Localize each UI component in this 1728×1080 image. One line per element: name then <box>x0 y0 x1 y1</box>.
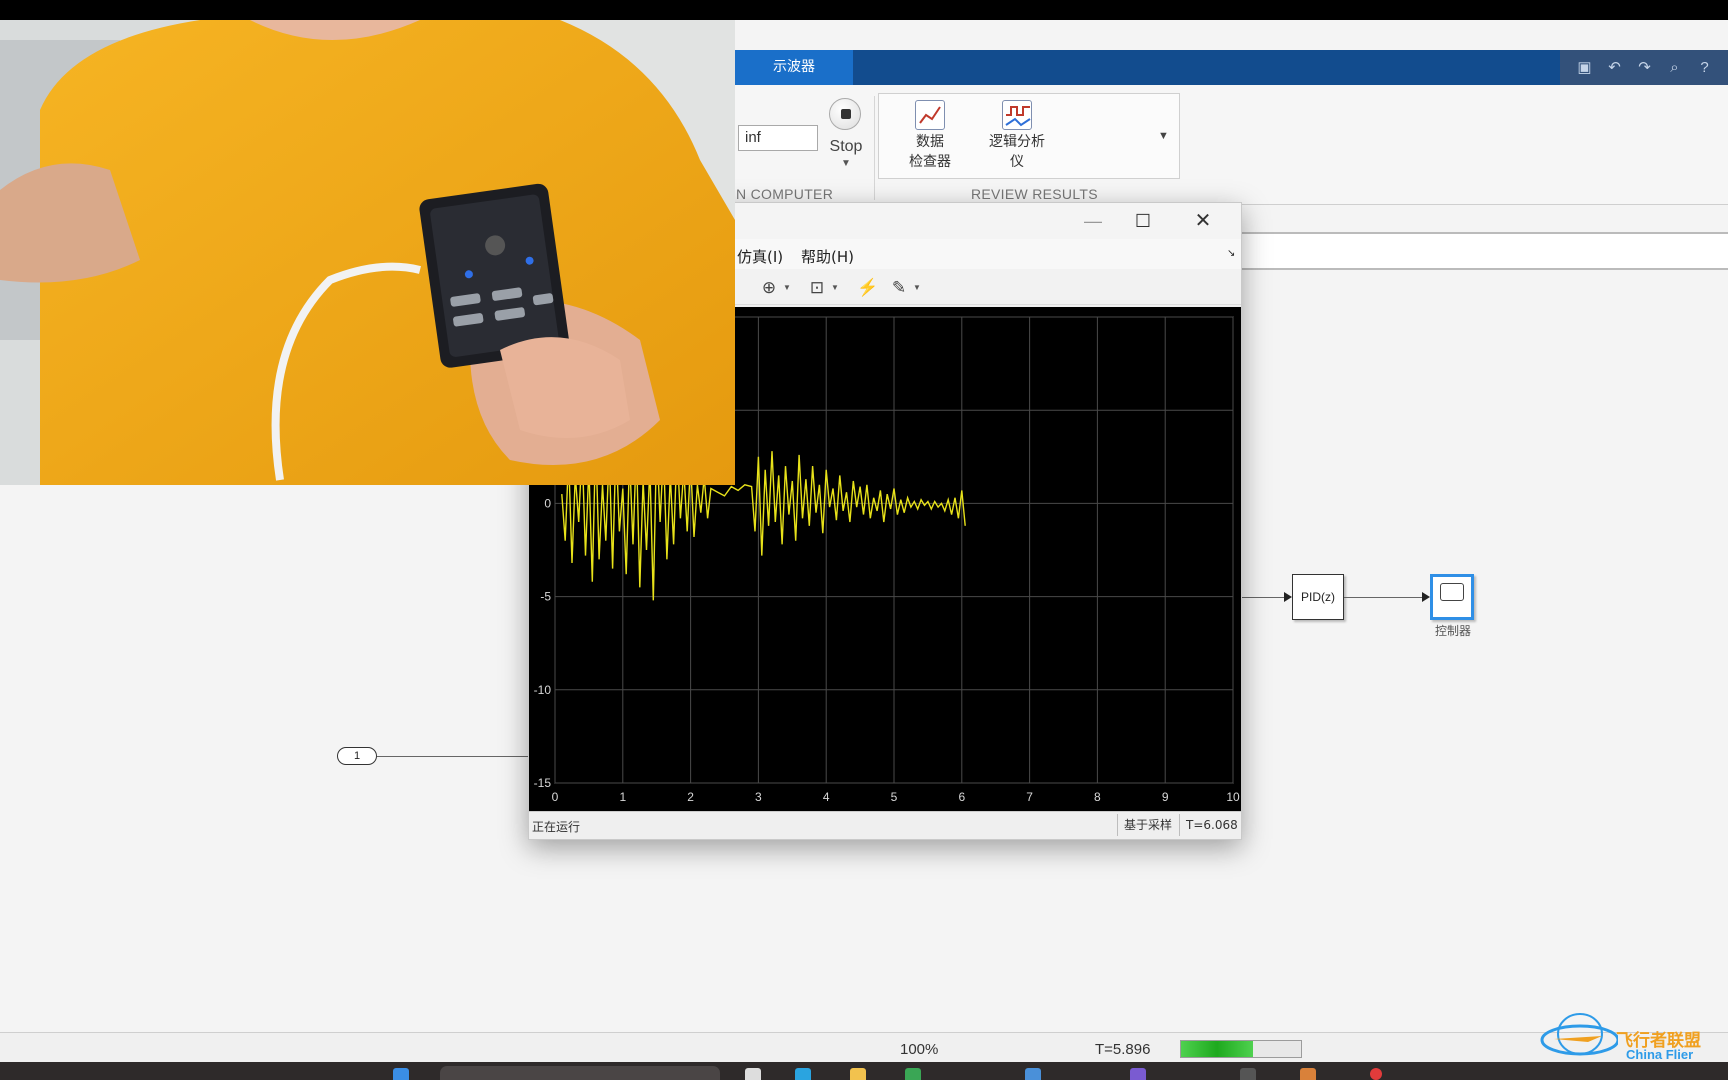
start-icon[interactable] <box>393 1068 409 1080</box>
signal-line <box>377 756 529 757</box>
style-icon[interactable]: ✎ <box>889 278 909 298</box>
stop-label: Stop <box>829 138 863 155</box>
help-icon[interactable]: ? <box>1696 59 1713 76</box>
redo-icon[interactable]: ↷ <box>1636 59 1653 76</box>
record-icon[interactable] <box>1370 1068 1382 1080</box>
stop-icon <box>829 98 861 130</box>
data-inspector-button[interactable]: 数据 检查器 <box>885 100 975 172</box>
scope-statusbar: 正在运行 基于采样 T=6.068 <box>529 811 1241 839</box>
folder-icon[interactable] <box>850 1068 866 1080</box>
webcam-video-frame <box>0 20 735 485</box>
app-icon[interactable] <box>1025 1068 1041 1080</box>
app-icon[interactable] <box>1130 1068 1146 1080</box>
app-icon[interactable] <box>745 1068 761 1080</box>
tab-scope[interactable]: 示波器 <box>735 50 853 85</box>
logic-analyzer-button[interactable]: 逻辑分析 仪 <box>972 100 1062 172</box>
logic-analyzer-icon <box>1002 100 1032 130</box>
simulation-time: T=5.896 <box>1095 1041 1151 1058</box>
chevron-down-icon[interactable]: ▼ <box>841 158 851 169</box>
search-icon[interactable]: ⌕ <box>1666 59 1683 76</box>
x-tick-label: 10 <box>1226 790 1240 804</box>
model-address-bar[interactable] <box>1240 232 1728 270</box>
zoom-in-icon[interactable]: ⊕ <box>759 278 779 298</box>
chevron-down-icon[interactable]: ▼ <box>913 283 921 292</box>
signal-line <box>1242 597 1284 598</box>
section-run-title: N COMPUTER <box>736 186 834 202</box>
menu-simulation[interactable]: 仿真(I) <box>737 246 783 267</box>
stop-time-input[interactable]: inf <box>738 125 818 151</box>
plane-logo-icon <box>1540 1013 1620 1056</box>
scope-block-label: 控制器 <box>1434 624 1471 638</box>
progress-fill <box>1181 1041 1253 1057</box>
x-tick-label: 1 <box>619 790 626 804</box>
y-tick-label: -5 <box>540 590 551 604</box>
y-tick-label: -10 <box>534 683 552 697</box>
pin-icon[interactable]: ↘ <box>1227 248 1235 259</box>
scope-block[interactable] <box>1430 574 1474 620</box>
section-divider <box>874 96 875 200</box>
fit-axes-icon[interactable]: ⊡ <box>807 278 827 298</box>
data-inspector-icon <box>915 100 945 130</box>
inport-block[interactable]: 1 <box>337 747 377 765</box>
logic-analyzer-label-1: 逻辑分析 <box>989 134 1045 150</box>
chevron-down-icon[interactable]: ▼ <box>831 283 839 292</box>
simulink-statusbar: 100% T=5.896 <box>0 1032 1728 1062</box>
stop-button[interactable]: Stop ▼ <box>826 96 866 176</box>
x-tick-label: 5 <box>891 790 898 804</box>
app-icon[interactable] <box>905 1068 921 1080</box>
undo-icon[interactable]: ↶ <box>1606 59 1623 76</box>
windows-taskbar <box>0 1062 1728 1080</box>
zoom-level: 100% <box>900 1041 939 1058</box>
simulation-progress-bar <box>1180 1040 1302 1058</box>
x-tick-label: 7 <box>1026 790 1033 804</box>
watermark-logo: 飞行者联盟 China Flier <box>1528 1006 1724 1062</box>
status-scope-time: T=6.068 <box>1179 814 1241 836</box>
save-icon[interactable]: ▣ <box>1576 59 1593 76</box>
app-icon[interactable] <box>795 1068 811 1080</box>
x-tick-label: 3 <box>755 790 762 804</box>
menu-help[interactable]: 帮助(H) <box>801 246 854 267</box>
section-review-title: REVIEW RESULTS <box>971 186 1098 202</box>
logic-analyzer-label-2: 仪 <box>1010 154 1024 170</box>
taskbar-search-box[interactable] <box>440 1066 720 1080</box>
x-tick-label: 9 <box>1162 790 1169 804</box>
app-icon[interactable] <box>1300 1068 1316 1080</box>
y-tick-label: 0 <box>544 496 551 510</box>
x-tick-label: 0 <box>552 790 559 804</box>
close-icon[interactable]: ✕ <box>1183 207 1223 235</box>
status-running: 正在运行 <box>532 820 581 834</box>
trigger-icon[interactable]: ⚡ <box>857 278 878 298</box>
screen-top-bar <box>0 0 1728 20</box>
data-inspector-label-1: 数据 <box>916 134 944 150</box>
matlab-icon[interactable] <box>1240 1068 1256 1080</box>
y-tick-label: -15 <box>534 776 552 790</box>
webcam-overlay <box>0 20 735 485</box>
watermark-text-en: China Flier <box>1626 1047 1694 1062</box>
x-tick-label: 8 <box>1094 790 1101 804</box>
x-tick-label: 6 <box>958 790 965 804</box>
chevron-down-icon[interactable]: ▼ <box>783 283 791 292</box>
status-sample-mode: 基于采样 <box>1117 814 1179 836</box>
signal-line <box>1344 597 1424 598</box>
minimize-icon[interactable]: — <box>1073 207 1113 235</box>
scope-icon <box>1440 583 1464 601</box>
maximize-icon[interactable]: ☐ <box>1123 207 1163 235</box>
x-tick-label: 2 <box>687 790 694 804</box>
arrow-icon <box>1422 592 1430 602</box>
arrow-icon <box>1284 592 1292 602</box>
pid-block[interactable]: PID(z) <box>1292 574 1344 620</box>
ribbon-expand-icon[interactable]: ▼ <box>1158 130 1169 142</box>
x-tick-label: 4 <box>823 790 830 804</box>
data-inspector-label-2: 检查器 <box>909 154 951 170</box>
quick-access-toolbar: ▣ ↶ ↷ ⌕ ? <box>1560 50 1728 85</box>
